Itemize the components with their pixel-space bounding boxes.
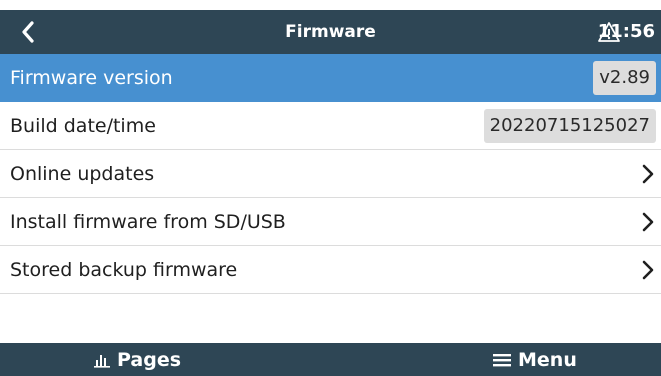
list-item-install-firmware[interactable]: Install firmware from SD/USB <box>0 198 661 246</box>
chevron-right-icon <box>642 212 654 232</box>
footer-bar: Pages Menu <box>0 343 661 376</box>
menu-label: Menu <box>518 348 577 371</box>
header-bar: Firmware 11:56 <box>0 10 661 54</box>
settings-list: Firmware version v2.89 Build date/time 2… <box>0 54 661 294</box>
list-item-label: Firmware version <box>10 66 173 89</box>
page-title: Firmware <box>285 22 376 42</box>
list-item-label: Build date/time <box>10 114 156 137</box>
list-item-online-updates[interactable]: Online updates <box>0 150 661 198</box>
list-item-build-date[interactable]: Build date/time 20220715125027 <box>0 102 661 150</box>
list-item-label: Stored backup firmware <box>10 258 238 281</box>
list-item-label: Install firmware from SD/USB <box>10 210 286 233</box>
list-item-stored-backup[interactable]: Stored backup firmware <box>0 246 661 294</box>
screen: Firmware 11:56 Firmware version v2.89 Bu… <box>0 0 661 376</box>
pages-label: Pages <box>117 348 182 371</box>
chevron-right-icon <box>642 164 654 184</box>
bar-chart-icon <box>94 354 110 368</box>
clock: 11:56 <box>597 21 655 42</box>
list-item-firmware-version[interactable]: Firmware version v2.89 <box>0 54 661 102</box>
list-item-label: Online updates <box>10 162 155 185</box>
firmware-version-value: v2.89 <box>593 61 656 95</box>
pages-button[interactable]: Pages <box>93 343 181 376</box>
menu-button[interactable]: Menu <box>492 343 577 376</box>
hamburger-icon <box>493 353 511 366</box>
chevron-right-icon <box>642 260 654 280</box>
build-date-value: 20220715125027 <box>483 109 656 143</box>
